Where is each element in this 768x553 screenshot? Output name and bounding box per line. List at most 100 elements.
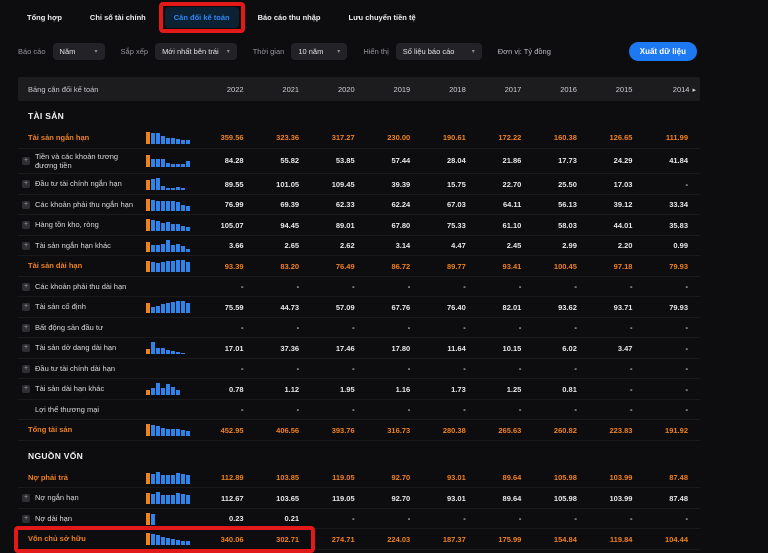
row-label[interactable]: +Tài sản dài hạn khác xyxy=(18,381,142,396)
row-label[interactable]: +Bất động sản đầu tư xyxy=(18,320,142,335)
chart-bar xyxy=(151,133,155,144)
expand-plus-icon[interactable]: + xyxy=(22,303,30,311)
cell-value: - xyxy=(311,405,367,414)
cell-value: 2.99 xyxy=(533,241,589,250)
expand-plus-icon[interactable]: + xyxy=(22,157,30,165)
filter-dropdown[interactable]: Năm▾ xyxy=(53,43,105,60)
sparkline-cell xyxy=(142,359,200,379)
cell-value: 1.95 xyxy=(311,385,367,394)
cell-value: 2.62 xyxy=(311,241,367,250)
row-label[interactable]: Tổng tài sản xyxy=(18,422,142,437)
chart-bar xyxy=(161,159,165,167)
row-label-text: Nợ dài hạn xyxy=(35,514,72,523)
chart-bar xyxy=(171,188,175,190)
filter-dropdown[interactable]: Số liệu báo cáo▾ xyxy=(396,43,482,60)
row-label[interactable]: +Nợ ngắn hạn xyxy=(18,490,142,505)
cell-value: 0.23 xyxy=(200,514,256,523)
row-label[interactable]: +Đầu tư tài chính dài hạn xyxy=(18,361,142,376)
cell-value: 62.24 xyxy=(367,200,423,209)
tab-lưu-chuyển-tiền-tệ[interactable]: Lưu chuyển tiền tệ xyxy=(340,7,425,28)
chart-bar xyxy=(186,495,190,504)
expand-plus-icon[interactable]: + xyxy=(22,494,30,502)
expand-plus-icon[interactable]: + xyxy=(22,324,30,332)
row-label[interactable]: +Tài sản dở dang dài hạn xyxy=(18,340,142,355)
cell-value: 93.41 xyxy=(478,262,534,271)
cell-value: 17.80 xyxy=(367,344,423,353)
table-row: +Nợ ngắn hạn112.67103.65119.0592.7093.01… xyxy=(18,488,700,509)
cell-value: 25.50 xyxy=(533,180,589,189)
chart-bar xyxy=(156,221,160,231)
cell-value: 230.00 xyxy=(367,133,423,142)
row-label[interactable]: Tài sản ngắn hạn xyxy=(18,130,142,145)
cell-value: 172.22 xyxy=(478,133,534,142)
expand-plus-icon[interactable]: + xyxy=(22,365,30,373)
tab-báo-cáo-thu-nhập[interactable]: Báo cáo thu nhập xyxy=(249,7,330,28)
cell-value: - xyxy=(422,514,478,523)
row-label[interactable]: +Các khoản phải thu ngắn hạn xyxy=(18,197,142,212)
row-label[interactable]: + Nợ dài hạn xyxy=(18,511,142,526)
row-label-text: Tổng tài sản xyxy=(28,425,72,434)
cell-value: 101.05 xyxy=(256,180,312,189)
expand-plus-icon[interactable]: + xyxy=(22,221,30,229)
cell-value: 452.95 xyxy=(200,426,256,435)
table-row: +Đầu tư tài chính dài hạn--------- xyxy=(18,359,700,380)
row-label[interactable]: Nợ phải trả xyxy=(18,470,142,485)
row-label[interactable]: +Các khoản phải thu dài hạn xyxy=(18,279,142,294)
tab-cân-đối-kế-toán[interactable]: Cân đối kế toán xyxy=(165,7,239,28)
cell-value: 67.03 xyxy=(422,200,478,209)
chart-bar xyxy=(156,348,160,354)
cell-value: 55.82 xyxy=(256,156,312,165)
chart-bar-current xyxy=(146,493,150,504)
chart-bar xyxy=(181,188,185,190)
expand-plus-icon[interactable]: + xyxy=(22,385,30,393)
mini-bar-chart xyxy=(142,178,185,190)
chart-bar xyxy=(186,206,190,211)
cell-value: - xyxy=(533,405,589,414)
cell-value: 2.45 xyxy=(478,241,534,250)
filter-dropdown-value: Mới nhất bên trái xyxy=(162,47,219,56)
row-label[interactable]: +Tiền và các khoản tương đương tiền xyxy=(18,149,142,174)
more-columns-icon[interactable]: ▸ xyxy=(692,87,696,94)
expand-plus-icon[interactable]: + xyxy=(22,283,30,291)
expand-plus-icon[interactable]: + xyxy=(22,344,30,352)
cell-value: 56.13 xyxy=(533,200,589,209)
row-label[interactable]: +Tài sản ngắn hạn khác xyxy=(18,238,142,253)
cell-value: 112.67 xyxy=(200,494,256,503)
chevron-down-icon: ▾ xyxy=(95,48,98,55)
expand-plus-icon[interactable]: + xyxy=(22,515,30,523)
row-label[interactable]: Vốn chủ sở hữu xyxy=(18,531,142,546)
table-row: +Nợ dài hạn0.230.21------- xyxy=(18,509,700,530)
chart-bar xyxy=(181,353,185,354)
cell-value: - xyxy=(533,514,589,523)
row-label[interactable]: +Đầu tư tài chính ngắn hạn xyxy=(18,176,142,191)
cell-value: - xyxy=(367,282,423,291)
chart-bar xyxy=(166,538,170,545)
row-label[interactable]: Lợi thế thương mại xyxy=(18,402,142,417)
tab-chỉ-số-tài-chính[interactable]: Chỉ số tài chính xyxy=(81,7,155,28)
row-label[interactable]: +Tài sản cố định xyxy=(18,299,142,314)
cell-value: 44.01 xyxy=(589,221,645,230)
chart-bar xyxy=(161,223,165,231)
chart-bar xyxy=(171,387,175,395)
cell-value: 89.01 xyxy=(311,221,367,230)
filter-dropdown[interactable]: Mới nhất bên trái▾ xyxy=(155,43,237,60)
expand-plus-icon[interactable]: + xyxy=(22,180,30,188)
tab-tổng-hợp[interactable]: Tổng hợp xyxy=(18,7,71,28)
cell-value: - xyxy=(644,180,700,189)
cell-value: 104.44 xyxy=(644,535,700,544)
cell-value: 86.72 xyxy=(367,262,423,271)
export-data-button[interactable]: Xuất dữ liệu xyxy=(629,42,697,61)
cell-value: - xyxy=(589,385,645,394)
row-label[interactable]: Tài sản dài hạn xyxy=(18,258,142,273)
row-label[interactable]: +Hàng tồn kho, ròng xyxy=(18,217,142,232)
cell-value: - xyxy=(478,364,534,373)
balance-sheet-table: Bảng cân đối kế toán 2022202120202019201… xyxy=(18,77,700,550)
chart-bar xyxy=(181,205,185,211)
filter-label: Thời gian xyxy=(253,47,285,56)
cell-value: 97.18 xyxy=(589,262,645,271)
chart-bar xyxy=(181,226,185,231)
chart-bar xyxy=(166,188,170,190)
filter-dropdown[interactable]: 10 năm▾ xyxy=(291,43,347,60)
expand-plus-icon[interactable]: + xyxy=(22,201,30,209)
expand-plus-icon[interactable]: + xyxy=(22,242,30,250)
